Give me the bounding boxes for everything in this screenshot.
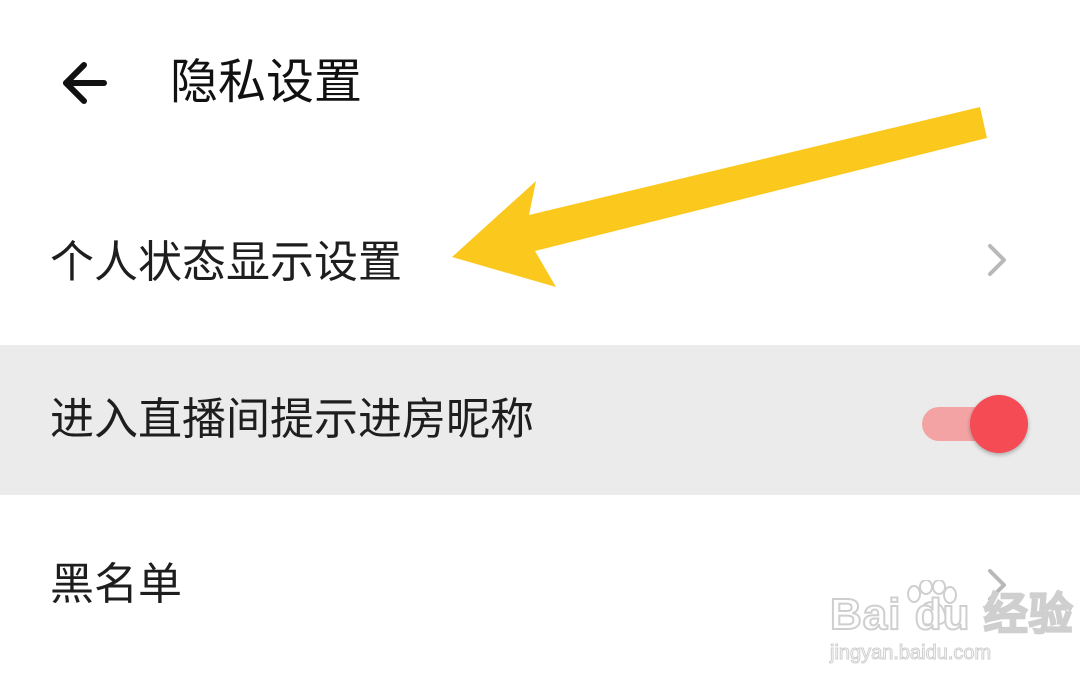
setting-row-blacklist[interactable]: 黑名单 (0, 495, 1080, 690)
entry-nickname-toggle[interactable] (920, 395, 1035, 453)
arrow-left-icon (63, 62, 107, 104)
setting-row-entry-nickname: 进入直播间提示进房昵称 (0, 345, 1080, 495)
setting-label-blacklist: 黑名单 (50, 559, 182, 610)
setting-label-entry-nickname: 进入直播间提示进房昵称 (50, 394, 534, 445)
back-button[interactable] (50, 55, 116, 111)
privacy-settings-screen: 隐私设置 个人状态显示设置 进入直播间提示进房昵称 黑名单 Bai du 经验 … (0, 0, 1080, 690)
setting-label-status-display: 个人状态显示设置 (50, 237, 402, 288)
toggle-knob (970, 395, 1028, 453)
chevron-right-icon (988, 244, 1006, 276)
header-bar: 隐私设置 (0, 0, 1080, 165)
chevron-right-icon (988, 569, 1006, 601)
setting-row-status-display[interactable]: 个人状态显示设置 (0, 180, 1080, 345)
page-title: 隐私设置 (170, 54, 363, 110)
